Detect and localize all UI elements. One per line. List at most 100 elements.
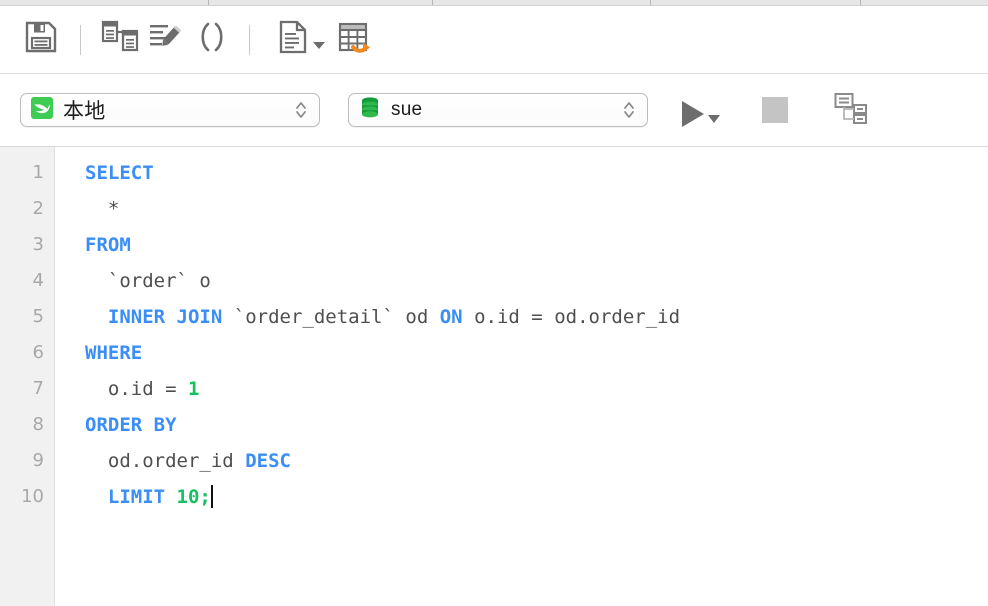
line-number: 4: [0, 263, 54, 299]
document-icon: [278, 20, 308, 59]
sql-identifier: [85, 486, 108, 508]
code-line[interactable]: SELECT: [85, 155, 988, 191]
explain-plan-button[interactable]: [834, 92, 868, 129]
line-number: 7: [0, 371, 54, 407]
tab-divider: [860, 0, 861, 5]
sql-identifier: [463, 306, 474, 328]
database-select[interactable]: sue: [348, 93, 648, 127]
format-sql-button[interactable]: [143, 17, 189, 63]
sql-keyword: DESC: [245, 450, 291, 472]
connection-select[interactable]: 本地: [20, 93, 320, 127]
sql-identifier: od: [405, 306, 428, 328]
sql-identifier: o: [199, 270, 210, 292]
sql-keyword: JOIN: [177, 306, 223, 328]
sql-keyword: LIMIT: [108, 486, 165, 508]
sql-identifier: [85, 450, 108, 472]
icon-toolbar: [0, 6, 988, 73]
sql-identifier: o.id: [474, 306, 520, 328]
parentheses-button[interactable]: [189, 17, 235, 63]
tab-divider: [208, 0, 209, 5]
sql-editor-window: 本地 sue: [0, 0, 988, 606]
line-number: 5: [0, 299, 54, 335]
sql-identifier: o.id: [108, 378, 154, 400]
line-number: 3: [0, 227, 54, 263]
connection-name: 本地: [63, 95, 293, 125]
sql-identifier: [85, 378, 108, 400]
line-number: 1: [0, 155, 54, 191]
connection-toolbar: 本地 sue: [0, 74, 988, 146]
toolbar-separator: [80, 25, 81, 55]
sql-identifier: [428, 306, 439, 328]
sql-identifier: [188, 270, 199, 292]
code-line[interactable]: WHERE: [85, 335, 988, 371]
database-name: sue: [391, 99, 621, 121]
sql-identifier: `order`: [108, 270, 188, 292]
sql-identifier: `order_detail`: [234, 306, 394, 328]
parentheses-icon: [195, 20, 229, 59]
sql-keyword: INNER: [108, 306, 165, 328]
tab-divider: [650, 0, 651, 5]
line-number-gutter: 1 2 3 4 5 6 7 8 9 10: [0, 147, 55, 606]
export-table-button[interactable]: [332, 17, 378, 63]
code-line[interactable]: o.id = 1: [85, 371, 988, 407]
stepper-arrows-icon[interactable]: [293, 97, 309, 123]
explain-plan-tree-icon: [834, 92, 868, 129]
sql-keyword: ON: [440, 306, 463, 328]
sql-keyword: WHERE: [85, 342, 142, 364]
sql-identifier: [222, 306, 233, 328]
code-line[interactable]: ORDER BY: [85, 407, 988, 443]
toolbar-separator: [249, 25, 250, 55]
tab-strip[interactable]: [0, 0, 988, 6]
grid-with-orange-arrow-icon: [337, 20, 373, 59]
sql-identifier: =: [531, 306, 542, 328]
export-document-button[interactable]: [270, 17, 332, 63]
code-line[interactable]: *: [85, 191, 988, 227]
sql-identifier: [520, 306, 531, 328]
sql-number: 1: [188, 378, 199, 400]
sql-identifier: [85, 306, 108, 328]
code-line[interactable]: INNER JOIN `order_detail` od ON o.id = o…: [85, 299, 988, 335]
save-button[interactable]: [18, 17, 64, 63]
sql-number: 10;: [177, 486, 211, 508]
code-area[interactable]: SELECT * FROM `order` o INNER JOIN `order…: [55, 147, 988, 606]
line-number: 8: [0, 407, 54, 443]
sql-identifier: =: [165, 378, 176, 400]
run-controls: [682, 92, 868, 129]
sql-keyword: ORDER: [85, 414, 142, 436]
code-line[interactable]: od.order_id DESC: [85, 443, 988, 479]
play-icon: [682, 101, 704, 127]
line-number: 6: [0, 335, 54, 371]
sql-identifier: [142, 414, 153, 436]
sql-identifier: [165, 486, 176, 508]
sql-identifier: [177, 378, 188, 400]
stop-button[interactable]: [762, 97, 788, 123]
compare-button[interactable]: [97, 17, 143, 63]
sql-identifier: [234, 450, 245, 472]
sql-keyword: FROM: [85, 234, 131, 256]
line-number: 10: [0, 479, 54, 515]
lines-with-pencil-icon: [148, 20, 184, 59]
stepper-arrows-icon[interactable]: [621, 97, 637, 123]
text-cursor: [211, 485, 213, 508]
sql-identifier: [543, 306, 554, 328]
floppy-disk-icon: [24, 20, 58, 59]
tab-divider: [432, 0, 433, 5]
sql-identifier: [394, 306, 405, 328]
mysql-dolphin-icon: [31, 97, 53, 124]
sql-identifier: od.order_id: [554, 306, 680, 328]
sql-identifier: *: [108, 198, 119, 220]
chevron-down-icon[interactable]: [708, 115, 720, 123]
sql-keyword: SELECT: [85, 162, 154, 184]
chevron-down-icon[interactable]: [313, 42, 325, 49]
sql-identifier: [154, 378, 165, 400]
code-line[interactable]: `order` o: [85, 263, 988, 299]
code-line[interactable]: FROM: [85, 227, 988, 263]
sql-identifier: [85, 270, 108, 292]
sql-identifier: [165, 306, 176, 328]
run-button[interactable]: [682, 93, 720, 127]
sql-editor[interactable]: 1 2 3 4 5 6 7 8 9 10 SELECT * FROM `order…: [0, 146, 988, 606]
code-line[interactable]: LIMIT 10;: [85, 479, 988, 515]
line-number: 2: [0, 191, 54, 227]
sql-identifier: [85, 198, 108, 220]
line-number: 9: [0, 443, 54, 479]
